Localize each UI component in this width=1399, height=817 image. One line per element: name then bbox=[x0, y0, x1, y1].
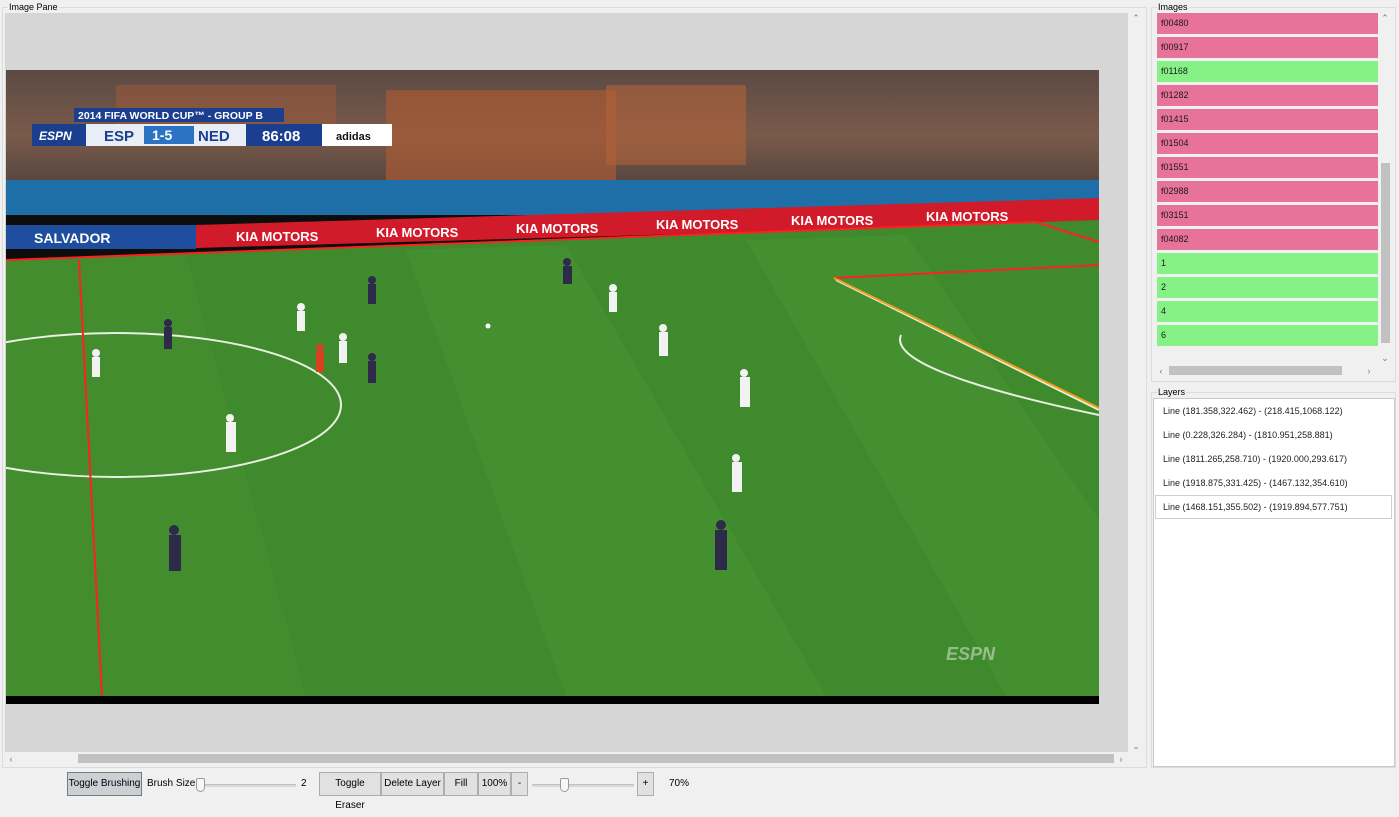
images-hscrollbar[interactable]: ‹ › bbox=[1155, 364, 1377, 377]
scorebug-clock: 86:08 bbox=[262, 128, 300, 145]
image-list-item[interactable]: 6 bbox=[1157, 325, 1378, 346]
delete-layer-button[interactable]: Delete Layer bbox=[381, 772, 444, 796]
image-list-item[interactable]: f01282 bbox=[1157, 85, 1378, 106]
board-ad-4: KIA MOTORS bbox=[656, 217, 739, 232]
bottom-toolbar: Toggle Brushing Brush Size: 2 Toggle Era… bbox=[0, 770, 1399, 811]
brush-size-slider[interactable] bbox=[196, 776, 296, 794]
scorebug-title: 2014 FIFA WORLD CUP™ - GROUP B bbox=[78, 110, 263, 122]
images-group: Images f00480 f00917 f01168 f01282 f01415 f01… bbox=[1151, 1, 1396, 382]
brush-size-slider-thumb[interactable] bbox=[196, 778, 205, 792]
scorebug-away: NED bbox=[198, 128, 230, 145]
zoom-slider[interactable] bbox=[532, 776, 634, 794]
image-pane-hscrollbar[interactable]: ‹ › bbox=[5, 752, 1128, 765]
image-list-item[interactable]: f02988 bbox=[1157, 181, 1378, 202]
image-list-item[interactable]: 2 bbox=[1157, 277, 1378, 298]
chevron-up-icon[interactable]: ⌃ bbox=[1130, 13, 1142, 23]
scorebug-sponsor: adidas bbox=[336, 131, 371, 143]
board-ad-2: KIA MOTORS bbox=[376, 225, 459, 240]
image-pane: Image Pane SALVADOR KIA MOTORS KIA MOTOR… bbox=[2, 1, 1147, 768]
chevron-up-icon[interactable]: ⌃ bbox=[1379, 13, 1391, 23]
board-ad-1: KIA MOTORS bbox=[236, 229, 319, 244]
image-list-item[interactable]: f01504 bbox=[1157, 133, 1378, 154]
image-pane-title: Image Pane bbox=[8, 1, 59, 13]
zoom-100-button[interactable]: 100% bbox=[478, 772, 511, 796]
toggle-eraser-button[interactable]: Toggle Eraser bbox=[319, 772, 381, 811]
image-list-item[interactable]: f04082 bbox=[1157, 229, 1378, 250]
frame-canvas[interactable]: SALVADOR KIA MOTORS KIA MOTORS KIA MOTOR… bbox=[6, 70, 1099, 704]
zoom-slider-thumb[interactable] bbox=[559, 778, 569, 792]
layer-list-item[interactable]: Line (1468.151,355.502) - (1919.894,577.… bbox=[1155, 495, 1392, 519]
zoom-in-button[interactable]: + bbox=[637, 772, 654, 796]
zoom-value: 70% bbox=[669, 778, 690, 789]
images-hscroll-thumb[interactable] bbox=[1169, 366, 1342, 375]
board-ad-6: KIA MOTORS bbox=[926, 209, 1009, 224]
chevron-right-icon[interactable]: › bbox=[1363, 366, 1375, 376]
layers-title: Layers bbox=[1157, 386, 1187, 398]
board-ad-5: KIA MOTORS bbox=[791, 213, 874, 228]
scorebug-network: ESPN bbox=[39, 129, 72, 143]
image-list-item[interactable]: f01168 bbox=[1157, 61, 1378, 82]
fill-button[interactable]: Fill bbox=[444, 772, 478, 796]
layers-list[interactable]: Line (181.358,322.462) - (218.415,1068.1… bbox=[1153, 398, 1395, 767]
video-frame[interactable]: SALVADOR KIA MOTORS KIA MOTORS KIA MOTOR… bbox=[6, 70, 1099, 704]
layers-group: Layers Line (181.358,322.462) - (218.415… bbox=[1151, 386, 1396, 768]
image-list-item[interactable]: f01551 bbox=[1157, 157, 1378, 178]
scorebug-score: 1-5 bbox=[152, 127, 172, 143]
image-list-item[interactable]: f03151 bbox=[1157, 205, 1378, 226]
image-viewport[interactable]: SALVADOR KIA MOTORS KIA MOTORS KIA MOTOR… bbox=[5, 13, 1128, 759]
images-vscrollbar[interactable]: ⌃ ⌄ bbox=[1379, 13, 1392, 365]
image-pane-vscrollbar[interactable]: ⌃ ⌄ bbox=[1130, 13, 1143, 759]
image-list-item[interactable]: f00480 bbox=[1157, 13, 1378, 34]
image-list-item[interactable]: 4 bbox=[1157, 301, 1378, 322]
broadcast-watermark: ESPN bbox=[946, 644, 996, 664]
scorebug-home: ESP bbox=[104, 128, 134, 145]
brush-size-label: Brush Size: bbox=[147, 778, 199, 789]
layer-list-item[interactable]: Line (0.228,326.284) - (1810.951,258.881… bbox=[1154, 423, 1394, 447]
zoom-out-button[interactable]: - bbox=[511, 772, 528, 796]
hscroll-thumb[interactable] bbox=[78, 754, 1114, 763]
layer-list-item[interactable]: Line (181.358,322.462) - (218.415,1068.1… bbox=[1154, 399, 1394, 423]
chevron-down-icon[interactable]: ⌄ bbox=[1130, 741, 1142, 751]
images-title: Images bbox=[1157, 1, 1189, 13]
image-list-item[interactable]: f01415 bbox=[1157, 109, 1378, 130]
layer-list-item[interactable]: Line (1811.265,258.710) - (1920.000,293.… bbox=[1154, 447, 1394, 471]
images-vscroll-thumb[interactable] bbox=[1381, 163, 1390, 343]
chevron-right-icon[interactable]: › bbox=[1115, 754, 1127, 764]
image-list-item[interactable]: f00917 bbox=[1157, 37, 1378, 58]
chevron-left-icon[interactable]: ‹ bbox=[1155, 366, 1167, 376]
board-city-text: SALVADOR bbox=[34, 230, 110, 246]
image-list-item[interactable]: 1 bbox=[1157, 253, 1378, 274]
brush-size-value: 2 bbox=[301, 778, 307, 789]
board-ad-3: KIA MOTORS bbox=[516, 221, 599, 236]
toggle-brushing-button[interactable]: Toggle Brushing bbox=[67, 772, 142, 796]
chevron-down-icon[interactable]: ⌄ bbox=[1379, 353, 1391, 363]
layer-list-item[interactable]: Line (1918.875,331.425) - (1467.132,354.… bbox=[1154, 471, 1394, 495]
chevron-left-icon[interactable]: ‹ bbox=[5, 754, 17, 764]
images-list[interactable]: f00480 f00917 f01168 f01282 f01415 f01504 f015… bbox=[1157, 13, 1378, 355]
